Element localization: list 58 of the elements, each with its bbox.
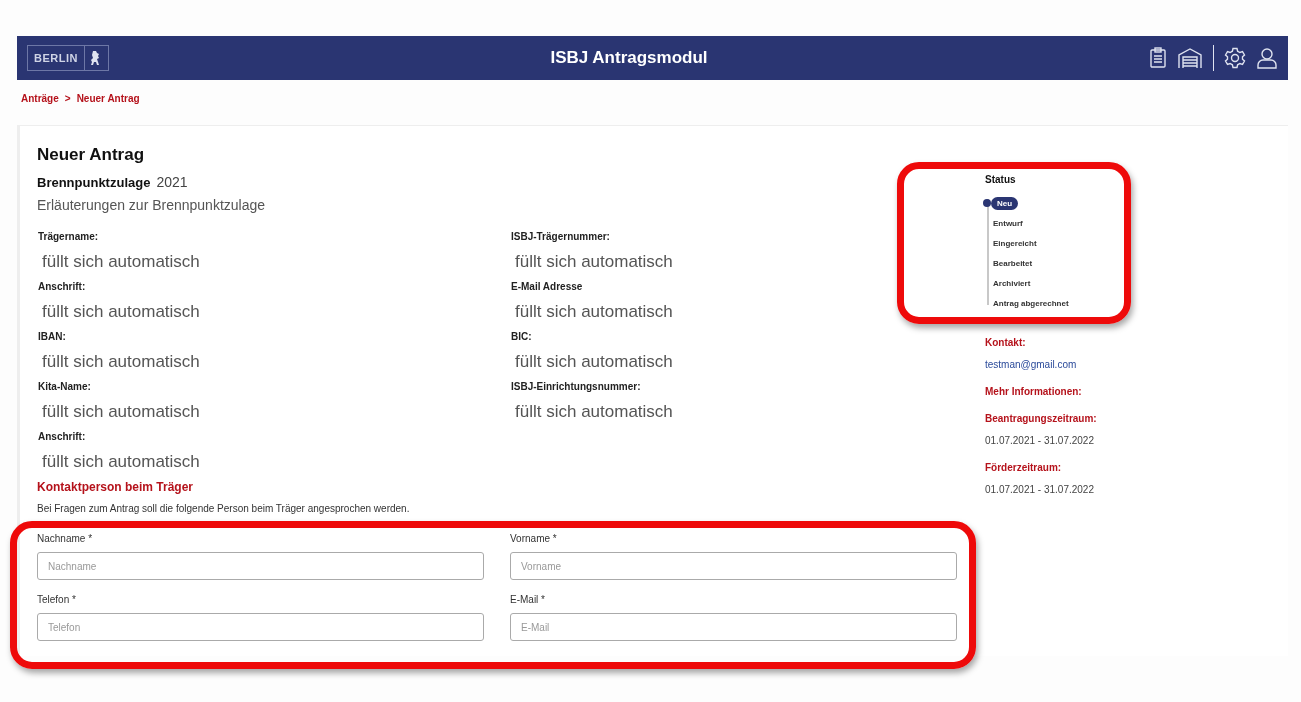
section-title: Kontaktperson beim Träger	[37, 480, 195, 494]
app-title: ISBJ Antragsmodul	[549, 48, 709, 68]
field-label: Trägername:	[38, 231, 100, 242]
field-label: BIC:	[511, 331, 533, 342]
field-value: füllt sich automatisch	[515, 302, 674, 322]
breadcrumb-link[interactable]: Neuer Antrag	[76, 93, 140, 113]
explanation-link[interactable]: Erläuterungen zur Brennpunktzulage	[37, 197, 977, 213]
status-step: Neu	[991, 196, 1019, 210]
breadcrumb-link[interactable]: Anträge	[21, 93, 59, 113]
program-year: 2021	[156, 174, 188, 190]
input-label: E-Mail *	[510, 594, 546, 605]
status-step: Antrag abgerechnet	[993, 296, 1069, 310]
status-step: Archiviert	[993, 276, 1031, 290]
field-label: ISBJ-Einrichtungsnummer:	[511, 381, 642, 392]
input-field[interactable]: Nachname	[37, 552, 484, 580]
input-field[interactable]: Telefon	[37, 613, 484, 641]
input-label: Nachname *	[37, 533, 94, 544]
current-step-dot	[983, 199, 991, 207]
berlin-logo[interactable]: BERLIN	[27, 45, 109, 71]
clipboard-icon[interactable]	[1149, 47, 1167, 69]
info-heading: Beantragungszeitraum:	[985, 413, 1098, 426]
user-icon[interactable]	[1256, 47, 1278, 69]
field-label: Kita-Name:	[38, 381, 92, 392]
field-value: füllt sich automatisch	[515, 402, 674, 422]
input-field[interactable]: E-Mail	[510, 613, 957, 641]
field-label: Anschrift:	[38, 281, 87, 292]
breadcrumb-separator: >	[64, 93, 71, 106]
field-value: füllt sich automatisch	[42, 352, 201, 372]
status-step: Entwurf	[993, 216, 1023, 230]
input-label: Telefon *	[37, 594, 77, 605]
section-description: Bei Fragen zum Antrag soll die folgende Person beim Träger angesprochen werden.	[37, 503, 411, 514]
input-field[interactable]: Vorname	[510, 552, 957, 580]
field-value: füllt sich automatisch	[515, 252, 674, 272]
field-value: füllt sich automatisch	[42, 452, 201, 472]
status-step: Bearbeitet	[993, 256, 1033, 270]
field-label: E-Mail Adresse	[511, 281, 584, 292]
bear-icon	[89, 50, 100, 66]
info-heading: Förderzeitraum:	[985, 462, 1063, 475]
status-step: Eingereicht	[993, 236, 1037, 250]
status-title: Status	[985, 174, 1017, 185]
field-value: füllt sich automatisch	[42, 302, 201, 322]
info-text: 01.07.2021 - 31.07.2022	[985, 435, 1095, 448]
field-label: Anschrift:	[38, 431, 87, 442]
email-link[interactable]: testman@gmail.com	[985, 359, 1185, 381]
info-heading: Kontakt:	[985, 337, 1027, 350]
field-value: füllt sich automatisch	[515, 352, 674, 372]
garage-icon[interactable]	[1177, 47, 1203, 69]
settings-icon[interactable]	[1224, 47, 1246, 69]
input-label: Vorname *	[510, 533, 558, 544]
field-label: ISBJ-Trägernummer:	[511, 231, 611, 242]
program-name: Brennpunktzulage	[37, 175, 151, 190]
field-label: IBAN:	[38, 331, 67, 342]
info-text: 01.07.2021 - 31.07.2022	[985, 484, 1095, 497]
page-title: Neuer Antrag	[37, 145, 146, 165]
logo-text: BERLIN	[28, 46, 85, 70]
info-heading: Mehr Informationen:	[985, 386, 1083, 399]
field-value: füllt sich automatisch	[42, 252, 201, 272]
field-value: füllt sich automatisch	[42, 402, 201, 422]
